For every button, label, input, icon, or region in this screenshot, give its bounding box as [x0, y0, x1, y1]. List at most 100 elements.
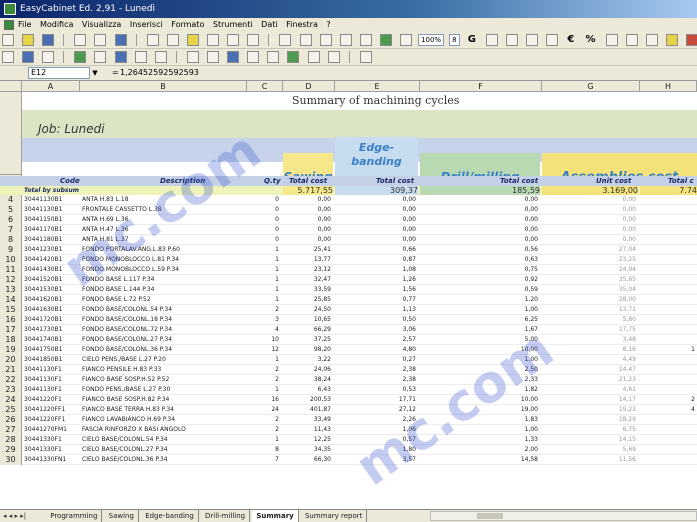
cell-sawing-cost[interactable]: 401,87 — [283, 405, 333, 415]
chevron-down-icon[interactable]: ▼ — [90, 67, 100, 79]
cell-qty[interactable]: 4 — [247, 325, 281, 335]
cell-unit-cost[interactable]: 27,04 — [542, 245, 638, 255]
zoom-select[interactable]: 100% — [418, 34, 445, 46]
cell-edge-cost[interactable]: 0,00 — [335, 205, 418, 215]
cell-code[interactable]: 30441220F1 — [24, 395, 80, 405]
decimal-increase-icon[interactable] — [605, 34, 618, 46]
row-number[interactable]: 12 — [0, 275, 22, 285]
cell-drill-cost[interactable]: 0,92 — [420, 275, 540, 285]
cell-description[interactable]: FONDO PENS./BASE L.27 P.30 — [82, 385, 246, 395]
row-number[interactable]: 13 — [0, 285, 22, 295]
cell-edge-cost[interactable]: 0,00 — [335, 195, 418, 205]
cell-description[interactable]: FONDO BASE L.72 P.52 — [82, 295, 246, 305]
cell-edge-cost[interactable]: 1,26 — [335, 275, 418, 285]
cell-qty[interactable]: 24 — [247, 405, 281, 415]
menu-format[interactable]: Formato — [171, 20, 204, 29]
cell-sawing-cost[interactable]: 37,25 — [283, 335, 333, 345]
cell-qty[interactable]: 10 — [247, 335, 281, 345]
cell-code[interactable]: 30441130F1 — [24, 385, 80, 395]
cell-description[interactable]: CIELO BASE/COLONL.54 P.34 — [82, 435, 246, 445]
cell-qty[interactable]: 1 — [247, 295, 281, 305]
cell-unit-cost[interactable]: 0,00 — [542, 235, 638, 245]
cell-description[interactable]: FONDO BASE L.117 P.34 — [82, 275, 246, 285]
cell-edge-cost[interactable]: 2,26 — [335, 415, 418, 425]
cell-sawing-cost[interactable]: 24,50 — [283, 305, 333, 315]
cell-unit-cost[interactable]: 0,00 — [542, 205, 638, 215]
sort-descending-icon[interactable] — [359, 34, 372, 46]
cell-sawing-cost[interactable]: 23,12 — [283, 265, 333, 275]
cell-total-cost[interactable] — [640, 335, 697, 345]
cell-drill-cost[interactable]: 1,00 — [420, 305, 540, 315]
row-number[interactable]: 22 — [0, 375, 22, 385]
cell-sawing-cost[interactable]: 0,00 — [283, 235, 333, 245]
row-number[interactable]: 8 — [0, 235, 22, 245]
row-number[interactable]: 10 — [0, 255, 22, 265]
cell-total-cost[interactable] — [640, 355, 697, 365]
cell-code[interactable]: 30441420B1 — [24, 255, 80, 265]
cell-total-cost[interactable] — [640, 285, 697, 295]
row-number[interactable]: 24 — [0, 395, 22, 405]
cell-unit-cost[interactable]: 24,94 — [542, 265, 638, 275]
cell-qty[interactable]: 1 — [247, 385, 281, 395]
column-header-c[interactable]: C — [247, 81, 283, 92]
report-icon[interactable] — [267, 51, 280, 63]
cell-unit-cost[interactable]: 23,25 — [542, 255, 638, 265]
cell-drill-cost[interactable]: 1,82 — [420, 385, 540, 395]
panel-icon[interactable] — [94, 51, 107, 63]
row-number[interactable]: 17 — [0, 325, 22, 335]
cell-drill-cost[interactable]: 14,58 — [420, 455, 540, 465]
function-icon[interactable] — [319, 34, 332, 46]
cell-qty[interactable]: 0 — [247, 195, 281, 205]
cell-code[interactable]: 30441330F1 — [24, 435, 80, 445]
cell-code[interactable]: 30441130F1 — [24, 375, 80, 385]
cell-qty[interactable]: 1 — [247, 245, 281, 255]
cell-description[interactable]: CIELO BASE/COLONL.36 P.34 — [82, 455, 246, 465]
cell-sawing-cost[interactable]: 0,00 — [283, 195, 333, 205]
cell-total-cost[interactable] — [640, 305, 697, 315]
material-icon[interactable] — [114, 51, 127, 63]
percent-button[interactable]: % — [585, 32, 595, 48]
open-folder-icon[interactable] — [22, 34, 35, 46]
cell-total-cost[interactable]: 2 — [640, 395, 697, 405]
settings-icon[interactable] — [327, 51, 340, 63]
total-sawing[interactable]: 5.717,55 — [283, 186, 333, 195]
align-right-icon[interactable] — [526, 34, 539, 46]
cell-total-cost[interactable] — [640, 415, 697, 425]
fill-color-icon[interactable] — [665, 34, 678, 46]
row-number[interactable]: 29 — [0, 445, 22, 455]
cell-edge-cost[interactable]: 0,00 — [335, 235, 418, 245]
cell-edge-cost[interactable]: 3,57 — [335, 455, 418, 465]
cell-drill-cost[interactable]: 2,50 — [420, 365, 540, 375]
cell-code[interactable]: 30441230B1 — [24, 245, 80, 255]
cell-description[interactable]: FIANCO BASE TERRA H.83 P.34 — [82, 405, 246, 415]
cell-edge-cost[interactable]: 1,13 — [335, 305, 418, 315]
decimal-decrease-icon[interactable] — [625, 34, 638, 46]
cell-description[interactable]: CIELO PENS./BASE L.27 P.20 — [82, 355, 246, 365]
cell-edge-cost[interactable]: 0,50 — [335, 315, 418, 325]
assembly-icon[interactable] — [247, 51, 260, 63]
calculate-icon[interactable] — [154, 51, 167, 63]
cell-code[interactable]: 30441130B1 — [24, 195, 80, 205]
cell-total-cost[interactable] — [640, 385, 697, 395]
cell-edge-cost[interactable]: 27,12 — [335, 405, 418, 415]
column-header-e[interactable]: E — [335, 81, 420, 92]
row-number[interactable]: 15 — [0, 305, 22, 315]
horizontal-scrollbar[interactable] — [430, 511, 697, 521]
tab-edge-banding[interactable]: Edge-banding — [141, 510, 199, 522]
cell-qty[interactable]: 0 — [247, 225, 281, 235]
menu-edit[interactable]: Modifica — [40, 20, 73, 29]
undo-icon[interactable] — [227, 34, 240, 46]
cell-total-cost[interactable] — [640, 235, 697, 245]
cell-drill-cost[interactable]: 5,00 — [420, 335, 540, 345]
cell-unit-cost[interactable]: 18,29 — [542, 415, 638, 425]
row-number[interactable]: 21 — [0, 365, 22, 375]
cell-drill-cost[interactable]: 0,75 — [420, 265, 540, 275]
cell-total-cost[interactable] — [640, 375, 697, 385]
document-icon[interactable] — [4, 20, 14, 30]
cell-description[interactable]: FONDO BASE/COLONL.18 P.34 — [82, 315, 246, 325]
cell-code[interactable]: 30441170B1 — [24, 225, 80, 235]
cell-unit-cost[interactable]: 19,23 — [542, 405, 638, 415]
menu-view[interactable]: Visualizza — [82, 20, 121, 29]
row-number[interactable]: 19 — [0, 345, 22, 355]
column-header-d[interactable]: D — [283, 81, 335, 92]
